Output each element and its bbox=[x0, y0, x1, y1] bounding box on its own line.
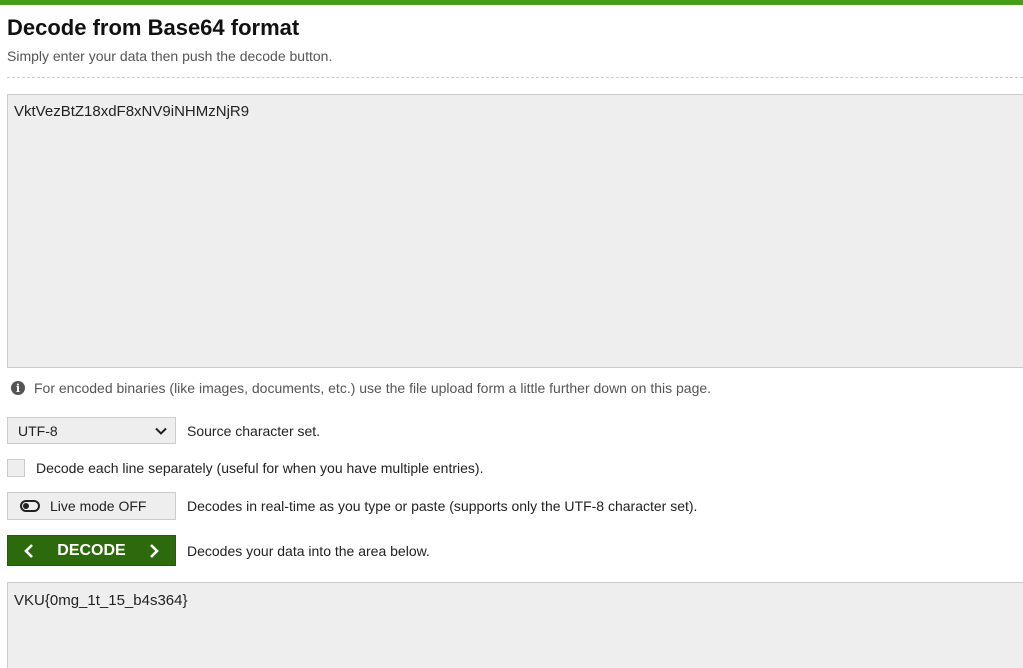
chevron-left-icon bbox=[24, 543, 33, 558]
decode-button[interactable]: DECODE bbox=[7, 535, 176, 566]
charset-row: UTF-8 Source character set. bbox=[7, 417, 320, 444]
live-mode-description: Decodes in real-time as you type or past… bbox=[187, 498, 698, 514]
decode-lines-label: Decode each line separately (useful for … bbox=[36, 460, 484, 476]
live-mode-button-label: Live mode OFF bbox=[50, 498, 147, 514]
charset-selected-value: UTF-8 bbox=[18, 422, 58, 439]
info-icon: i bbox=[11, 381, 25, 395]
decode-row: DECODE Decodes your data into the area b… bbox=[7, 535, 430, 566]
live-mode-row: Live mode OFF Decodes in real-time as yo… bbox=[7, 492, 697, 520]
info-note-text: For encoded binaries (like images, docum… bbox=[34, 380, 712, 396]
charset-label: Source character set. bbox=[187, 422, 321, 439]
page-title: Decode from Base64 format bbox=[7, 15, 300, 40]
top-accent-bar bbox=[0, 0, 1023, 5]
dashed-divider bbox=[7, 77, 1023, 78]
live-mode-button[interactable]: Live mode OFF bbox=[7, 492, 176, 520]
decode-description: Decodes your data into the area below. bbox=[187, 542, 430, 559]
chevron-down-icon bbox=[155, 427, 167, 435]
output-textarea[interactable]: VKU{0mg_1t_15_b4s364} bbox=[7, 582, 1023, 668]
info-note: i For encoded binaries (like images, doc… bbox=[11, 380, 711, 396]
input-textarea[interactable]: VktVezBtZ18xdF8xNV9iNHMzNjR9 bbox=[7, 94, 1023, 368]
chevron-right-icon bbox=[150, 543, 159, 558]
decode-lines-checkbox[interactable] bbox=[7, 459, 25, 477]
charset-select[interactable]: UTF-8 bbox=[7, 417, 176, 444]
line-option-row: Decode each line separately (useful for … bbox=[7, 459, 483, 477]
toggle-off-icon bbox=[20, 500, 40, 512]
page-subtitle: Simply enter your data then push the dec… bbox=[7, 48, 333, 64]
decode-button-label: DECODE bbox=[57, 541, 126, 559]
